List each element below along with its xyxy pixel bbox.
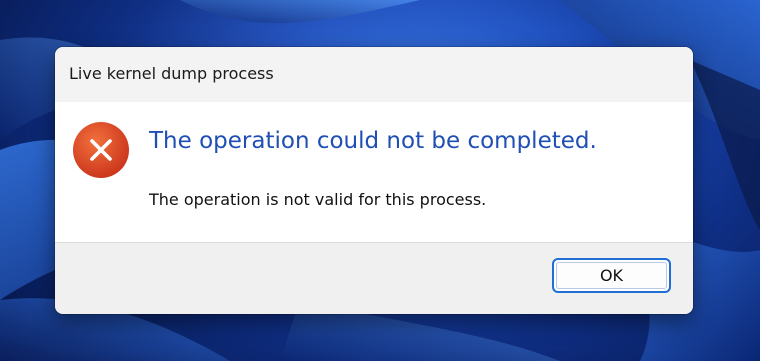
ok-button[interactable]: OK xyxy=(552,258,671,293)
dialog-title-bar: Live kernel dump process xyxy=(55,47,693,102)
dialog-content: The operation could not be completed. Th… xyxy=(55,102,693,243)
message-text: The operation is not valid for this proc… xyxy=(149,190,487,209)
dialog-title: Live kernel dump process xyxy=(69,64,274,83)
dialog-footer: OK xyxy=(55,243,693,314)
error-dialog: Live kernel dump process The operation c… xyxy=(55,47,693,314)
main-instruction: The operation could not be completed. xyxy=(149,128,597,154)
error-icon xyxy=(72,121,130,179)
